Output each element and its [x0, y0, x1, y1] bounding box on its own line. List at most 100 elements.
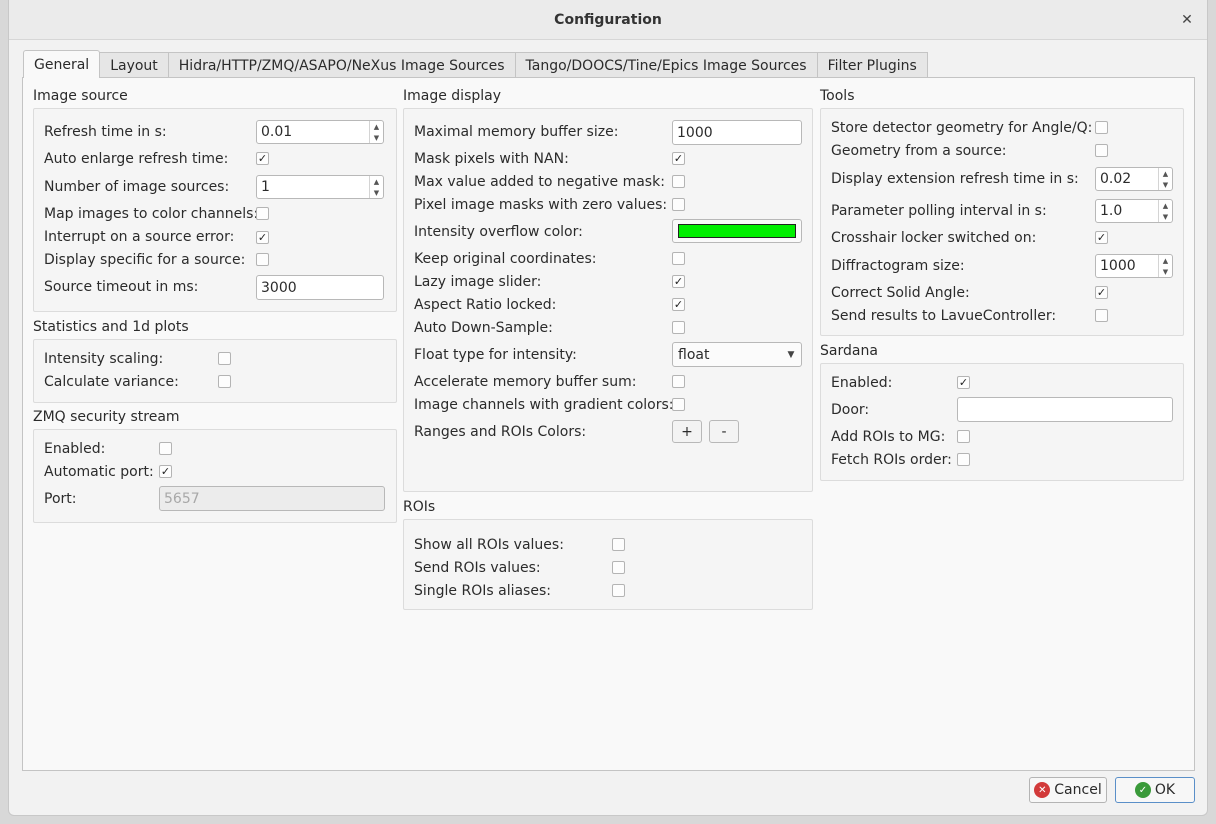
spin-arrows-icon[interactable]: ▲ ▼	[1158, 200, 1172, 222]
auto-port-checkbox[interactable]: ✓	[159, 465, 172, 478]
keep-coords-checkbox[interactable]	[672, 252, 685, 265]
statistics-group: Intensity scaling: Calculate variance:	[33, 339, 397, 403]
image-source-title: Image source	[33, 88, 128, 104]
check-icon: ✓	[1134, 782, 1151, 798]
mask-nan-checkbox[interactable]: ✓	[672, 152, 685, 165]
intensity-scaling-checkbox[interactable]	[218, 352, 231, 365]
solid-angle-checkbox[interactable]: ✓	[1095, 286, 1108, 299]
lavue-ctrl-checkbox[interactable]	[1095, 309, 1108, 322]
spin-arrows-icon[interactable]: ▲ ▼	[1158, 168, 1172, 190]
add-rois-label: Add ROIs to MG:	[831, 429, 946, 445]
calc-variance-checkbox[interactable]	[218, 375, 231, 388]
gradient-channels-checkbox[interactable]	[672, 398, 685, 411]
auto-downsample-label: Auto Down-Sample:	[414, 320, 553, 336]
polling-value: 1.0	[1100, 203, 1123, 219]
map-color-checkbox[interactable]	[256, 207, 269, 220]
num-sources-label: Number of image sources:	[44, 179, 230, 195]
max-neg-mask-checkbox[interactable]	[672, 175, 685, 188]
sardana-group: Enabled: ✓ Door: Add ROIs to MG: Fetch R…	[820, 363, 1184, 481]
display-specific-label: Display specific for a source:	[44, 252, 246, 268]
send-rois-label: Send ROIs values:	[414, 560, 541, 576]
remove-color-button[interactable]: -	[709, 420, 739, 443]
refresh-time-value: 0.01	[261, 124, 293, 140]
aspect-ratio-checkbox[interactable]: ✓	[672, 298, 685, 311]
refresh-time-label: Refresh time in s:	[44, 124, 167, 140]
overflow-color-swatch	[678, 224, 796, 238]
zmq-title: ZMQ security stream	[33, 409, 180, 425]
aspect-ratio-label: Aspect Ratio locked:	[414, 297, 557, 313]
single-aliases-checkbox[interactable]	[612, 584, 625, 597]
float-type-label: Float type for intensity:	[414, 347, 577, 363]
fetch-order-label: Fetch ROIs order:	[831, 452, 952, 468]
auto-downsample-checkbox[interactable]	[672, 321, 685, 334]
overflow-color-button[interactable]	[672, 219, 802, 243]
timeout-input[interactable]: 3000	[256, 275, 384, 300]
port-input[interactable]: 5657	[159, 486, 385, 511]
spin-arrows-icon[interactable]: ▲ ▼	[369, 176, 383, 198]
interrupt-checkbox[interactable]: ✓	[256, 231, 269, 244]
refresh-time-spinbox[interactable]: 0.01 ▲ ▼	[256, 120, 384, 144]
cancel-button[interactable]: ✕ Cancel	[1029, 777, 1107, 803]
lavue-ctrl-label: Send results to LavueController:	[831, 308, 1057, 324]
zmq-enabled-checkbox[interactable]	[159, 442, 172, 455]
zmq-enabled-label: Enabled:	[44, 441, 106, 457]
geometry-source-checkbox[interactable]	[1095, 144, 1108, 157]
general-tab-panel: Image source Refresh time in s: 0.01 ▲ ▼ …	[22, 77, 1195, 771]
lazy-slider-label: Lazy image slider:	[414, 274, 542, 290]
accel-buffer-checkbox[interactable]	[672, 375, 685, 388]
configuration-dialog: Configuration ✕ General Layout Hidra/HTT…	[8, 0, 1208, 816]
spin-arrows-icon[interactable]: ▲ ▼	[369, 121, 383, 143]
ext-refresh-value: 0.02	[1100, 171, 1132, 187]
lazy-slider-checkbox[interactable]: ✓	[672, 275, 685, 288]
close-icon[interactable]: ✕	[1177, 10, 1197, 30]
polling-label: Parameter polling interval in s:	[831, 203, 1047, 219]
tab-layout[interactable]: Layout	[99, 52, 169, 78]
add-rois-checkbox[interactable]	[957, 430, 970, 443]
diffractogram-spinbox[interactable]: 1000 ▲ ▼	[1095, 254, 1173, 278]
tools-title: Tools	[820, 88, 855, 104]
auto-port-label: Automatic port:	[44, 464, 154, 480]
auto-enlarge-label: Auto enlarge refresh time:	[44, 151, 229, 167]
add-color-button[interactable]: +	[672, 420, 702, 443]
spin-arrows-icon[interactable]: ▲ ▼	[1158, 255, 1172, 277]
port-label: Port:	[44, 491, 77, 507]
show-all-rois-checkbox[interactable]	[612, 538, 625, 551]
map-color-label: Map images to color channels:	[44, 206, 259, 222]
solid-angle-label: Correct Solid Angle:	[831, 285, 970, 301]
float-type-select[interactable]: float ▼	[672, 342, 802, 367]
num-sources-spinbox[interactable]: 1 ▲ ▼	[256, 175, 384, 199]
store-geometry-checkbox[interactable]	[1095, 121, 1108, 134]
ext-refresh-label: Display extension refresh time in s:	[831, 171, 1079, 187]
tab-general[interactable]: General	[23, 50, 101, 78]
buffer-size-input[interactable]: 1000	[672, 120, 802, 145]
crosshair-label: Crosshair locker switched on:	[831, 230, 1037, 246]
tab-hidra-image-sources[interactable]: Hidra/HTTP/ZMQ/ASAPO/NeXus Image Sources	[167, 52, 516, 78]
auto-enlarge-checkbox[interactable]: ✓	[256, 152, 269, 165]
diffractogram-label: Diffractogram size:	[831, 258, 965, 274]
door-input[interactable]	[957, 397, 1173, 422]
sardana-title: Sardana	[820, 343, 878, 359]
ext-refresh-spinbox[interactable]: 0.02 ▲ ▼	[1095, 167, 1173, 191]
interrupt-label: Interrupt on a source error:	[44, 229, 235, 245]
send-rois-checkbox[interactable]	[612, 561, 625, 574]
tools-group: Store detector geometry for Angle/Q: Geo…	[820, 108, 1184, 336]
image-display-group: Maximal memory buffer size: 1000 Mask pi…	[403, 108, 813, 492]
fetch-order-checkbox[interactable]	[957, 453, 970, 466]
crosshair-checkbox[interactable]: ✓	[1095, 231, 1108, 244]
calc-variance-label: Calculate variance:	[44, 374, 179, 390]
image-display-title: Image display	[403, 88, 502, 104]
dialog-title: Configuration	[554, 11, 662, 28]
pixel-masks-checkbox[interactable]	[672, 198, 685, 211]
sardana-enabled-label: Enabled:	[831, 375, 893, 391]
cancel-icon: ✕	[1034, 782, 1051, 798]
buffer-size-label: Maximal memory buffer size:	[414, 124, 619, 140]
timeout-label: Source timeout in ms:	[44, 279, 199, 295]
tab-tango-image-sources[interactable]: Tango/DOOCS/Tine/Epics Image Sources	[514, 52, 818, 78]
intensity-scaling-label: Intensity scaling:	[44, 351, 164, 367]
tab-filter-plugins[interactable]: Filter Plugins	[816, 52, 928, 78]
polling-spinbox[interactable]: 1.0 ▲ ▼	[1095, 199, 1173, 223]
sardana-enabled-checkbox[interactable]: ✓	[957, 376, 970, 389]
store-geometry-label: Store detector geometry for Angle/Q:	[831, 120, 1093, 136]
display-specific-checkbox[interactable]	[256, 253, 269, 266]
ok-button[interactable]: ✓ OK	[1115, 777, 1195, 803]
